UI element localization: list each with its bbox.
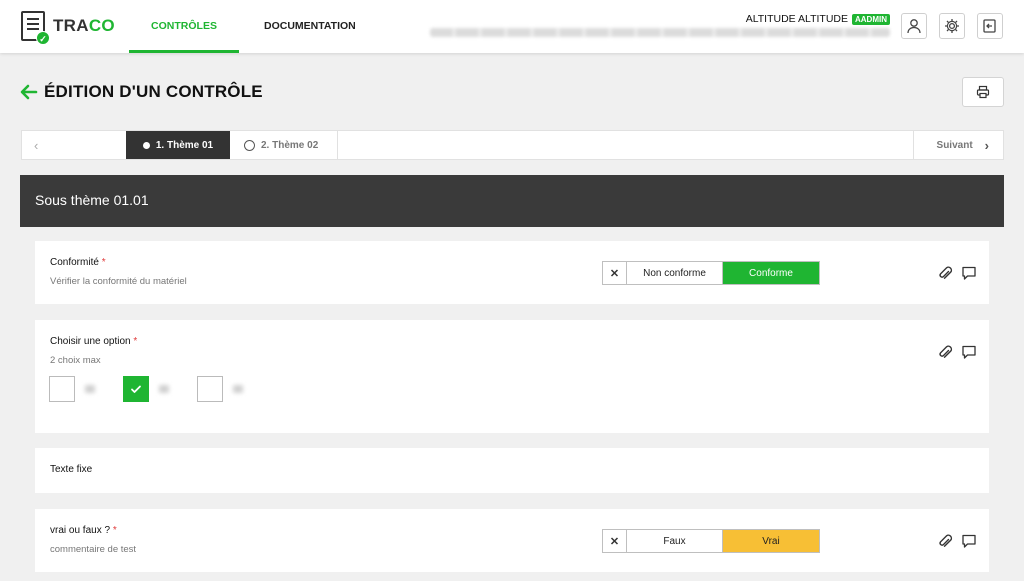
chevron-left-icon: ‹: [34, 137, 39, 153]
tab-label: 2. Thème 02: [261, 139, 319, 151]
clear-answer-button[interactable]: ✕: [603, 262, 627, 284]
settings-button[interactable]: [939, 13, 965, 39]
question-card: Choisir une option * 2 choix max: [35, 320, 989, 433]
paperclip-icon[interactable]: [937, 265, 953, 281]
question-label: Conformité *: [50, 257, 106, 268]
circle-icon: [244, 139, 255, 151]
question-label: vrai ou faux ? *: [50, 525, 117, 536]
fixed-text-label: Texte fixe: [50, 464, 93, 475]
user-icon: [907, 19, 921, 34]
comment-icon[interactable]: [961, 533, 977, 549]
blurred-label: [233, 385, 243, 393]
page-title: ÉDITION D'UN CONTRÔLE: [44, 82, 263, 101]
top-navbar: ✓ TRACO CONTRÔLES DOCUMENTATION ALTITUDE…: [0, 0, 1024, 53]
option-conforme[interactable]: Conforme: [723, 262, 819, 284]
blurred-text: [430, 28, 890, 37]
tab-theme-01[interactable]: 1. Thème 01: [126, 131, 230, 159]
chevron-right-icon: ›: [984, 137, 989, 153]
checkbox-group: [49, 376, 271, 402]
back-arrow-icon[interactable]: [20, 83, 38, 101]
page-header: ÉDITION D'UN CONTRÔLE: [20, 82, 263, 102]
logout-button[interactable]: [977, 13, 1003, 39]
option-vrai[interactable]: Vrai: [723, 530, 819, 552]
check-icon: [131, 385, 141, 393]
user-info: ALTITUDE ALTITUDE AADMIN: [746, 13, 890, 25]
question-subtext: commentaire de test: [50, 544, 137, 555]
card-actions: [937, 265, 985, 281]
next-label: Suivant: [936, 139, 973, 151]
logout-icon: [983, 19, 996, 33]
card-actions: [937, 533, 985, 549]
checkbox-option-3[interactable]: [197, 376, 223, 402]
app-logo-text: TRACO: [53, 16, 115, 35]
tab-theme-02[interactable]: 2. Thème 02: [230, 131, 338, 159]
previous-theme-button[interactable]: ‹: [22, 131, 126, 159]
true-false-toggle: ✕ Faux Vrai: [602, 529, 820, 553]
nav-controles[interactable]: CONTRÔLES: [129, 0, 239, 53]
tab-label: 1. Thème 01: [155, 139, 214, 151]
checkbox-option-2[interactable]: [123, 376, 149, 402]
next-theme-button[interactable]: Suivant ›: [913, 131, 1003, 159]
conformity-toggle: ✕ Non conforme Conforme: [602, 261, 820, 285]
role-badge: AADMIN: [852, 13, 890, 25]
gear-icon: [945, 19, 959, 33]
print-button[interactable]: [962, 77, 1004, 107]
card-actions: [937, 344, 985, 360]
profile-button[interactable]: [901, 13, 927, 39]
blurred-label: [85, 385, 95, 393]
active-dot-icon: [142, 141, 150, 149]
paperclip-icon[interactable]: [937, 344, 953, 360]
printer-icon: [976, 85, 990, 99]
checkbox-option-1[interactable]: [49, 376, 75, 402]
comment-icon[interactable]: [961, 265, 977, 281]
question-card: Conformité * Vérifier la conformité du m…: [35, 241, 989, 304]
option-non-conforme[interactable]: Non conforme: [627, 262, 723, 284]
question-subtext: 2 choix max: [50, 355, 101, 366]
question-subtext: Vérifier la conformité du matériel: [50, 276, 187, 287]
question-label: Choisir une option *: [50, 336, 138, 347]
nav-documentation[interactable]: DOCUMENTATION: [264, 0, 356, 53]
option-faux[interactable]: Faux: [627, 530, 723, 552]
app-logo[interactable]: ✓ TRACO: [21, 11, 115, 45]
fixed-text-card: Texte fixe: [35, 448, 989, 493]
user-name: ALTITUDE ALTITUDE: [745, 13, 848, 25]
clipboard-check-icon: ✓: [21, 11, 50, 45]
subtheme-header: Sous thème 01.01: [20, 175, 1004, 227]
comment-icon[interactable]: [961, 344, 977, 360]
paperclip-icon[interactable]: [937, 533, 953, 549]
blurred-label: [159, 385, 169, 393]
question-card: vrai ou faux ? * commentaire de test ✕ F…: [35, 509, 989, 572]
clear-answer-button[interactable]: ✕: [603, 530, 627, 552]
theme-navigation: ‹ 1. Thème 01 2. Thème 02 Suivant ›: [21, 130, 1004, 160]
